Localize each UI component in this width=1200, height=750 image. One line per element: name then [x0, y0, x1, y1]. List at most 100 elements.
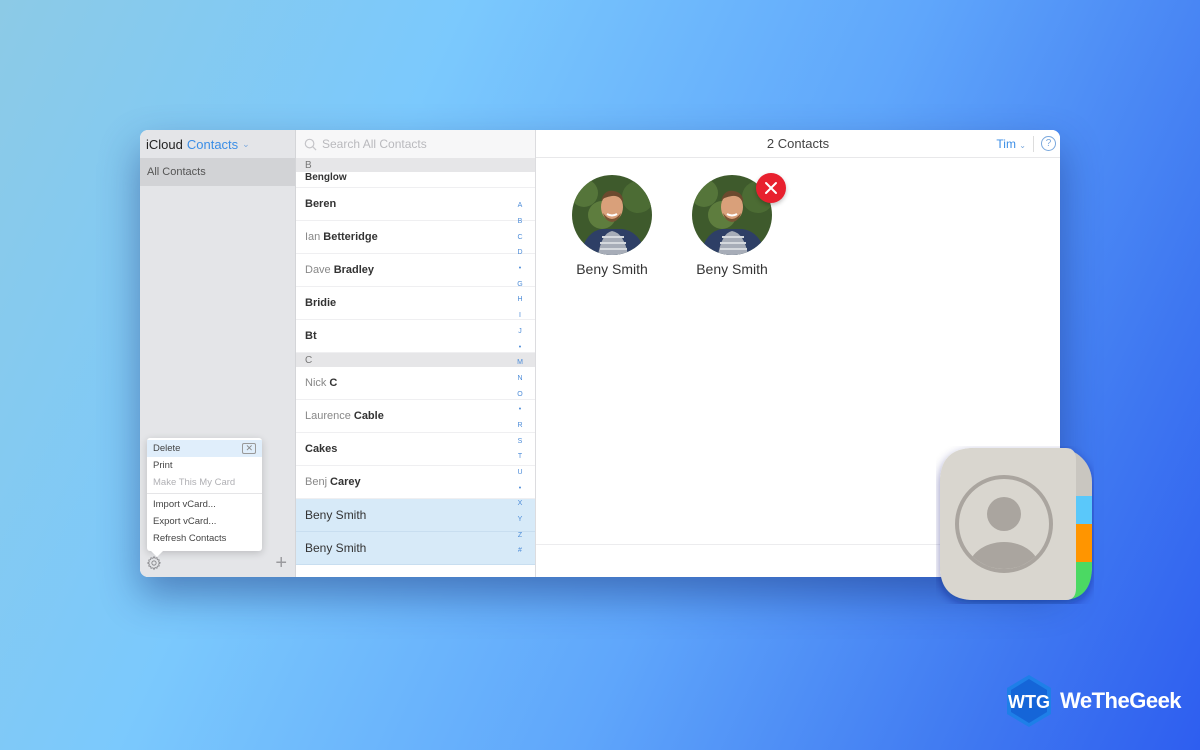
app-label: Contacts [186, 136, 239, 152]
menu-item-make-my-card: Make This My Card [147, 474, 262, 491]
menu-item-label: Print [153, 460, 173, 471]
index-letter[interactable]: S [518, 433, 523, 449]
contact-card[interactable]: Beny Smith [572, 175, 652, 277]
index-letter[interactable]: O [517, 386, 522, 402]
menu-item-refresh-contacts[interactable]: Refresh Contacts [147, 530, 262, 547]
contact-last-name: Bt [305, 330, 317, 342]
index-letter[interactable]: G [517, 276, 522, 292]
index-letter[interactable]: C [517, 229, 522, 245]
menu-item-label: Refresh Contacts [153, 533, 227, 544]
index-letter[interactable]: T [518, 449, 522, 465]
list-item[interactable]: Bridie [296, 287, 535, 320]
index-letter[interactable]: M [517, 355, 523, 371]
selected-cards: Beny Smith Beny Smith [572, 173, 786, 277]
index-letter[interactable]: J [518, 324, 522, 340]
avatar [572, 175, 652, 255]
sidebar-footer: + [140, 549, 295, 577]
delete-key-icon: ✕ [242, 443, 256, 454]
sidebar-item-label: All Contacts [147, 166, 206, 178]
contact-last-name: Bridie [305, 297, 337, 309]
index-letter[interactable]: • [519, 480, 521, 496]
list-item[interactable]: Bt [296, 320, 535, 353]
index-letter[interactable]: H [517, 292, 522, 308]
contact-last-name: Benglow [305, 172, 347, 183]
menu-divider [147, 493, 262, 494]
search-icon [304, 138, 317, 150]
list-item-selected[interactable]: Beny Smith [296, 499, 535, 532]
index-letter[interactable]: B [518, 214, 523, 230]
icloud-contacts-window: iCloud Contacts ⌄ All Contacts Delete ✕ … [140, 130, 1060, 577]
list-item[interactable]: Nick C [296, 367, 535, 400]
list-item[interactable]: Cakes [296, 433, 535, 466]
close-icon [765, 182, 777, 194]
gear-icon[interactable] [146, 555, 162, 571]
index-letter[interactable]: I [519, 308, 521, 324]
sidebar-item-all-contacts[interactable]: All Contacts [140, 158, 295, 186]
menu-item-label: Delete [153, 443, 181, 454]
contact-last-name: Beren [305, 198, 337, 210]
contact-last-name: Bradley [333, 264, 375, 276]
app-switcher[interactable]: iCloud Contacts ⌄ [140, 130, 295, 158]
user-name: Tim [996, 137, 1016, 151]
index-letter[interactable]: Y [518, 512, 523, 528]
sidebar: iCloud Contacts ⌄ All Contacts Delete ✕ … [140, 130, 296, 577]
index-letter[interactable]: A [518, 198, 523, 214]
menu-item-label: Import vCard... [153, 499, 216, 510]
wtg-logo-mark-icon: WTG [1007, 675, 1051, 727]
index-letter[interactable]: X [518, 496, 523, 512]
contact-last-name: Cakes [305, 443, 338, 455]
brand-label: iCloud [146, 136, 183, 152]
list-item-selected[interactable]: Beny Smith [296, 532, 535, 565]
section-header-b: B [296, 158, 535, 172]
list-item[interactable]: Laurence Cable [296, 400, 535, 433]
list-item[interactable]: Ian Betteridge [296, 221, 535, 254]
menu-item-import-vcard[interactable]: Import vCard... [147, 496, 262, 513]
contact-last-name: C [329, 377, 338, 389]
divider [1033, 136, 1034, 152]
contact-card[interactable]: Beny Smith [692, 173, 786, 277]
contact-list: Search All Contacts B Benglow Beren Ian B… [296, 130, 536, 577]
contact-first-name: Nick [305, 377, 327, 389]
list-item[interactable]: Benj Carey [296, 466, 535, 499]
section-header-c: C [296, 353, 535, 367]
contact-last-name: Cable [353, 410, 384, 422]
chevron-down-icon: ⌄ [242, 138, 250, 149]
wethegeek-logo: WTG WeTheGeek [1004, 674, 1182, 728]
menu-item-label: Export vCard... [153, 516, 217, 527]
list-item[interactable]: Dave Bradley [296, 254, 535, 287]
index-letter[interactable]: D [517, 245, 522, 261]
detail-header: 2 Contacts Tim ⌄ ? [536, 130, 1060, 158]
menu-item-print[interactable]: Print [147, 457, 262, 474]
menu-item-export-vcard[interactable]: Export vCard... [147, 513, 262, 530]
contact-first-name: Benj [305, 476, 328, 488]
list-item[interactable]: Benglow [296, 172, 535, 188]
contact-last-name: Betteridge [323, 231, 378, 243]
remove-contact-button[interactable] [756, 173, 786, 203]
alphabet-index[interactable]: A B C D • G H I J • M N O • R S T U • X Y Z # [515, 198, 525, 559]
menu-item-delete[interactable]: Delete ✕ [147, 440, 262, 457]
index-letter[interactable]: R [517, 418, 522, 434]
list-item[interactable]: Beren [296, 188, 535, 221]
search-placeholder: Search All Contacts [322, 137, 427, 151]
contact-first-name: Laurence [305, 410, 351, 422]
index-letter[interactable]: • [519, 402, 521, 418]
index-letter[interactable]: # [518, 543, 522, 559]
search-input[interactable]: Search All Contacts [296, 130, 535, 158]
contact-name: Beny Smith [696, 261, 768, 277]
contact-first-name: Dave [305, 264, 331, 276]
add-contact-button[interactable]: + [275, 553, 287, 573]
index-letter[interactable]: U [517, 465, 522, 481]
index-letter[interactable]: N [517, 371, 522, 387]
contact-last-name: Carey [330, 476, 361, 488]
index-letter[interactable]: • [519, 261, 521, 277]
index-letter[interactable]: Z [518, 527, 522, 543]
contact-first-name: Ian [305, 231, 321, 243]
menu-item-label: Make This My Card [153, 477, 236, 488]
user-menu[interactable]: Tim ⌄ [996, 137, 1026, 151]
contact-name: Beny Smith [576, 261, 648, 277]
help-button[interactable]: ? [1041, 136, 1056, 151]
chevron-down-icon: ⌄ [1019, 141, 1026, 150]
selection-count: 2 Contacts [766, 136, 830, 151]
index-letter[interactable]: • [519, 339, 521, 355]
settings-menu: Delete ✕ Print Make This My Card Import … [147, 438, 262, 557]
